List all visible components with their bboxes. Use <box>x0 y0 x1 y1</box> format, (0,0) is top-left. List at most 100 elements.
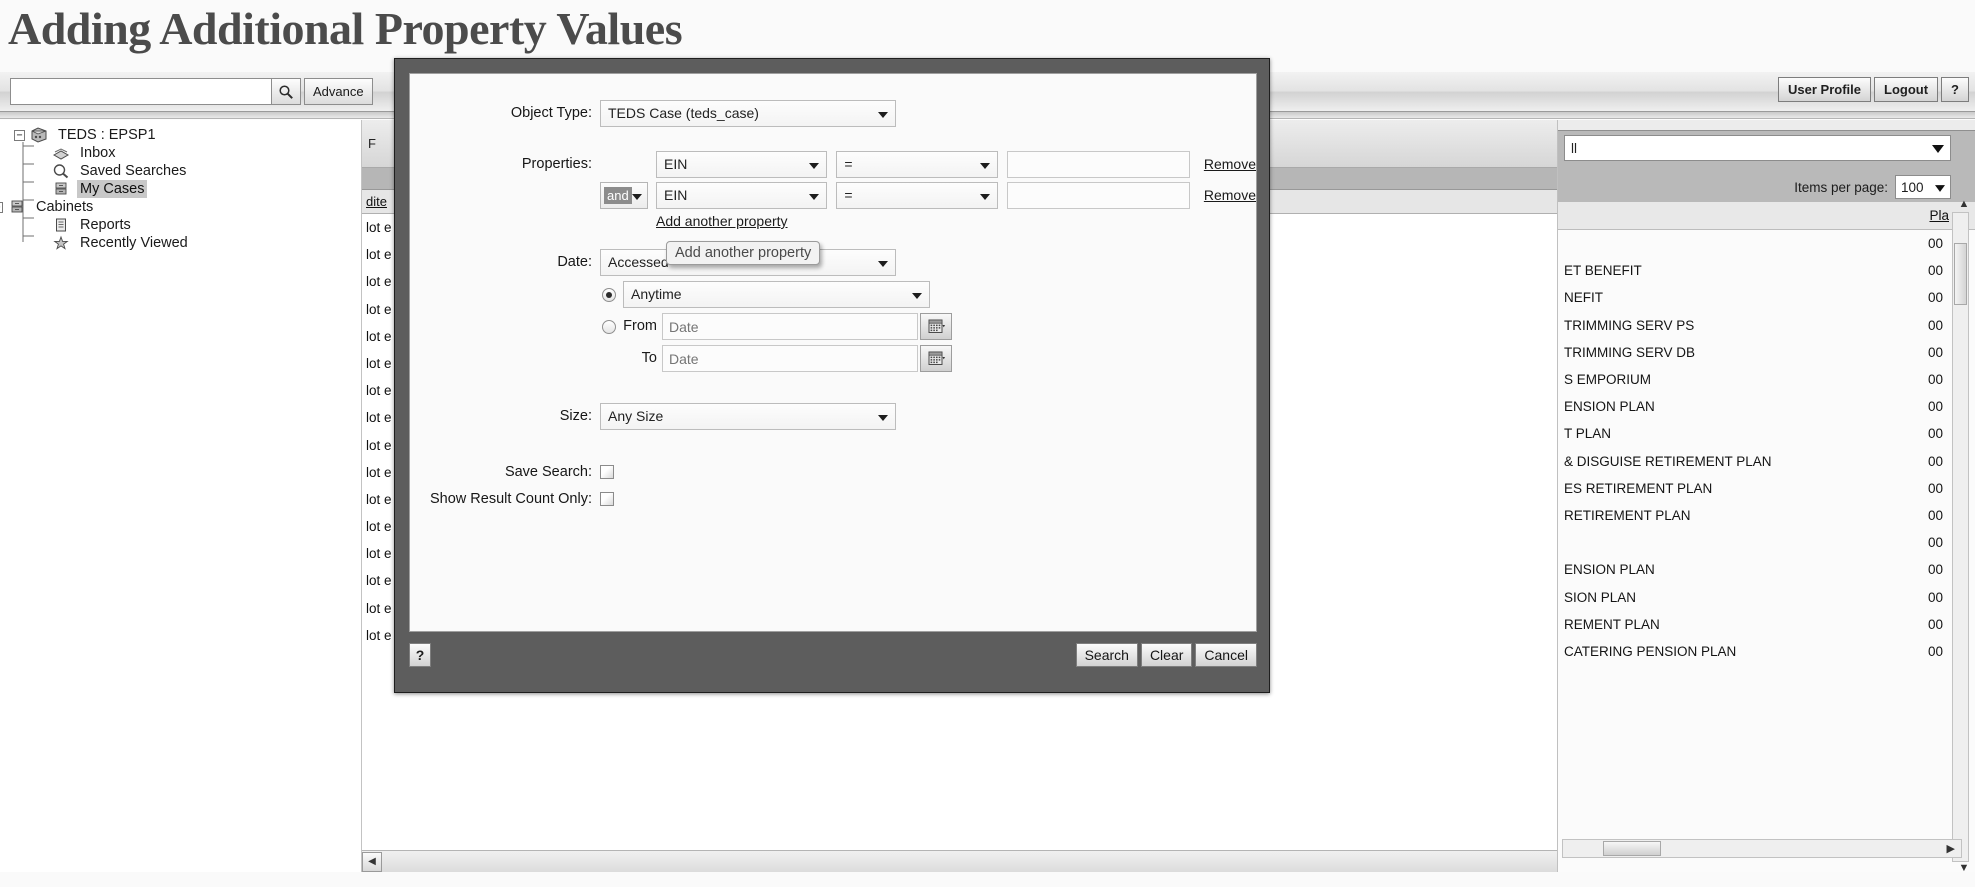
remove-link-1[interactable]: Remove <box>1204 151 1256 178</box>
filter-select[interactable]: ll <box>1564 135 1951 161</box>
list-item[interactable]: RETIREMENT PLAN 00 <box>1558 502 1975 529</box>
list-item[interactable]: SION PLAN 00 <box>1558 583 1975 610</box>
chevron-down-icon <box>878 415 888 421</box>
list-item[interactable]: ET BENEFIT 00 <box>1558 257 1975 284</box>
operator-value-1: = <box>844 156 852 172</box>
property-select-1[interactable]: EIN <box>656 151 827 178</box>
scroll-up-icon[interactable]: ▲ <box>1957 198 1971 210</box>
user-profile-button[interactable]: User Profile <box>1778 77 1871 102</box>
save-search-checkbox[interactable] <box>600 465 614 479</box>
logout-button[interactable]: Logout <box>1874 77 1938 102</box>
list-item-value: 00 <box>1928 290 1943 305</box>
items-per-page-select[interactable]: 100 <box>1895 175 1951 199</box>
star-icon <box>51 235 71 251</box>
date-anytime-row: Anytime <box>410 281 1256 308</box>
list-item[interactable]: ENSION PLAN 00 <box>1558 393 1975 420</box>
list-item-name: ES RETIREMENT PLAN <box>1564 481 1712 496</box>
date-anytime-radio[interactable] <box>602 288 616 302</box>
conjunction-select-2[interactable]: and <box>600 182 648 209</box>
report-icon <box>51 217 71 233</box>
date-range-radio[interactable] <box>602 320 616 334</box>
list-item[interactable]: T PLAN 00 <box>1558 420 1975 447</box>
sidebar-item-inbox[interactable]: Inbox <box>14 144 361 162</box>
list-item[interactable]: 00 <box>1558 230 1975 257</box>
sidebar-item-recently-viewed[interactable]: Recently Viewed <box>14 234 361 252</box>
list-item-name: REMENT PLAN <box>1564 617 1660 632</box>
scrollbar-thumb-horizontal[interactable] <box>1603 841 1661 856</box>
list-item-name: NEFIT <box>1564 290 1603 305</box>
size-select[interactable]: Any Size <box>600 403 896 430</box>
scroll-left-icon[interactable]: ◀ <box>362 852 382 872</box>
list-item[interactable]: ES RETIREMENT PLAN 00 <box>1558 475 1975 502</box>
sidebar-item-my-cases[interactable]: My Cases <box>14 180 361 198</box>
filter-select-value: ll <box>1571 141 1577 156</box>
show-result-count-checkbox[interactable] <box>600 492 614 506</box>
list-item[interactable]: NEFIT 00 <box>1558 284 1975 311</box>
cabinet-icon <box>7 199 27 215</box>
right-column-header-link[interactable]: Pla <box>1929 208 1949 223</box>
list-item-name: RETIREMENT PLAN <box>1564 508 1691 523</box>
object-type-select[interactable]: TEDS Case (teds_case) <box>600 100 896 127</box>
list-item[interactable]: 00 <box>1558 529 1975 556</box>
sidebar-item-saved-searches[interactable]: Saved Searches <box>14 162 361 180</box>
list-item-value: 00 <box>1928 617 1943 632</box>
expand-icon[interactable]: + <box>0 202 3 213</box>
advanced-search-button[interactable]: Advance <box>304 78 373 105</box>
list-item[interactable]: CATERING PENSION PLAN 00 <box>1558 638 1975 665</box>
center-edit-link[interactable]: dite <box>366 194 387 209</box>
cancel-button[interactable]: Cancel <box>1195 643 1257 667</box>
sidebar-label-recently-viewed: Recently Viewed <box>77 234 191 252</box>
list-item[interactable]: REMENT PLAN 00 <box>1558 611 1975 638</box>
magnifier-icon <box>51 163 71 179</box>
right-vertical-scrollbar[interactable] <box>1952 212 1969 862</box>
sidebar-label-inbox: Inbox <box>77 144 118 162</box>
collapse-icon[interactable]: − <box>14 130 25 141</box>
dialog-help-button[interactable]: ? <box>409 643 431 667</box>
sidebar-item-reports[interactable]: Reports <box>14 216 361 234</box>
list-item[interactable]: TRIMMING SERV DB 00 <box>1558 339 1975 366</box>
sidebar-item-cabinets[interactable]: + Cabinets <box>0 198 361 216</box>
navigation-tree: − TEDS : EPSP1 <box>0 120 361 252</box>
search-area: Advance <box>10 78 373 105</box>
list-item[interactable]: TRIMMING SERV PS 00 <box>1558 312 1975 339</box>
operator-select-2[interactable]: = <box>836 182 998 209</box>
search-icon[interactable] <box>271 78 301 105</box>
date-to-input[interactable] <box>662 345 918 372</box>
navigation-tree-panel: − TEDS : EPSP1 <box>0 120 362 872</box>
clear-button[interactable]: Clear <box>1141 643 1192 667</box>
chevron-down-icon <box>878 261 888 267</box>
tree-node-root[interactable]: − TEDS : EPSP1 <box>14 126 361 144</box>
list-item[interactable]: & DISGUISE RETIREMENT PLAN 00 <box>1558 448 1975 475</box>
dialog-footer: ? Search Clear Cancel <box>409 638 1257 680</box>
dialog-action-buttons: Search Clear Cancel <box>1076 643 1257 667</box>
property-value-input-2[interactable] <box>1007 182 1190 209</box>
add-another-property-link[interactable]: Add another property <box>656 213 788 229</box>
list-item[interactable]: S EMPORIUM 00 <box>1558 366 1975 393</box>
operator-select-1[interactable]: = <box>836 151 998 178</box>
date-anytime-select[interactable]: Anytime <box>623 281 930 308</box>
right-filter-bar: ll <box>1558 130 1975 172</box>
scroll-down-icon[interactable]: ▼ <box>1957 862 1971 872</box>
calendar-icon[interactable] <box>920 345 952 372</box>
page-title: Adding Additional Property Values <box>8 2 682 55</box>
tree-label-root: TEDS : EPSP1 <box>55 126 159 144</box>
date-from-input[interactable] <box>662 313 918 340</box>
search-input[interactable] <box>10 78 272 105</box>
calendar-icon[interactable] <box>920 313 952 340</box>
remove-link-2[interactable]: Remove <box>1204 182 1256 209</box>
property-select-2[interactable]: EIN <box>656 182 827 209</box>
list-item[interactable]: ENSION PLAN 00 <box>1558 556 1975 583</box>
help-button[interactable]: ? <box>1941 77 1969 102</box>
list-item-value: 00 <box>1928 562 1943 577</box>
property-value-2: EIN <box>664 187 687 203</box>
toolbar-right-buttons: User Profile Logout ? <box>1778 77 1969 102</box>
property-value-input-1[interactable] <box>1007 151 1190 178</box>
scroll-right-icon[interactable]: ▶ <box>1947 842 1955 855</box>
items-per-page-label: Items per page: <box>1794 180 1888 195</box>
size-row: Size: Any Size <box>410 403 1256 430</box>
center-horizontal-scrollbar[interactable]: ◀ <box>362 850 1558 872</box>
search-button[interactable]: Search <box>1076 643 1138 667</box>
scrollbar-thumb[interactable] <box>1954 243 1967 305</box>
right-horizontal-scrollbar[interactable]: ▶ <box>1562 839 1962 858</box>
date-to-label: To <box>618 345 662 372</box>
